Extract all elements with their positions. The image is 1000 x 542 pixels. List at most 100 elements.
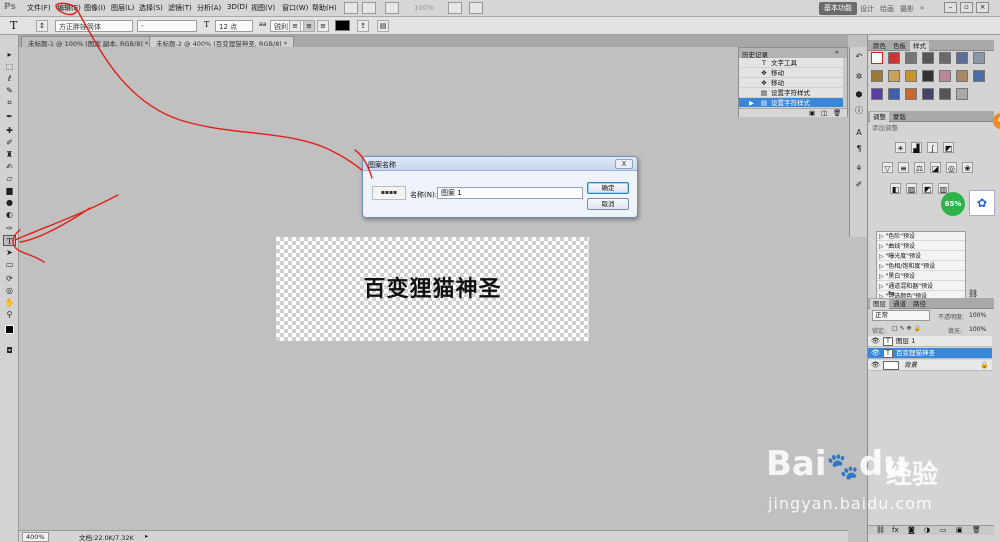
- align-center-icon[interactable]: ≡: [303, 20, 315, 32]
- status-zoom[interactable]: 400%: [22, 532, 49, 542]
- preset-item[interactable]: ▷ "曲线"预设: [877, 242, 965, 251]
- paragraph-panel-icon[interactable]: ¶: [853, 143, 865, 155]
- style-swatch[interactable]: [939, 52, 951, 64]
- menu-help[interactable]: 帮助(H): [312, 3, 337, 13]
- menu-select[interactable]: 选择(S): [139, 3, 163, 13]
- menu-layer[interactable]: 图层(L): [111, 3, 134, 13]
- warp-text-icon[interactable]: ⥉: [357, 20, 369, 32]
- text-color-swatch[interactable]: [335, 20, 350, 31]
- history-scrollbar[interactable]: [843, 58, 847, 108]
- font-style-select[interactable]: -: [137, 20, 197, 32]
- style-swatch[interactable]: [871, 70, 883, 82]
- photo-filter-icon[interactable]: ◎: [946, 162, 957, 173]
- menu-edit[interactable]: 编辑(E): [57, 3, 81, 13]
- character-panel-icon[interactable]: ▤: [377, 20, 389, 32]
- history-panel-icon[interactable]: ↶: [853, 51, 865, 63]
- style-swatch[interactable]: [939, 88, 951, 100]
- shape-tool-icon[interactable]: ▭: [3, 259, 16, 270]
- visibility-eye-icon[interactable]: 👁: [871, 360, 880, 371]
- style-swatch[interactable]: [922, 52, 934, 64]
- levels-icon[interactable]: ▟: [911, 142, 922, 153]
- return-to-list-icon[interactable]: ⇆: [888, 289, 895, 298]
- status-menu-arrow-icon[interactable]: ▸: [145, 532, 148, 540]
- ok-button[interactable]: 确定: [587, 182, 629, 194]
- 3d-panel-icon[interactable]: ⬢: [853, 89, 865, 101]
- close-button[interactable]: ×: [976, 2, 989, 13]
- character-panel-icon[interactable]: A: [853, 127, 865, 139]
- exposure-icon[interactable]: ◩: [943, 142, 954, 153]
- font-size-select[interactable]: 12 点: [215, 20, 253, 32]
- quick-select-tool-icon[interactable]: ✎: [3, 85, 16, 96]
- add-mask-icon[interactable]: ◙: [908, 526, 915, 534]
- style-swatch[interactable]: [922, 70, 934, 82]
- path-select-tool-icon[interactable]: ➤: [3, 247, 16, 258]
- tab-document-1[interactable]: 未标题-1 @ 100% (图案 副本, RGB/8) *: [21, 36, 156, 48]
- hue-saturation-icon[interactable]: ≡: [898, 162, 909, 173]
- marquee-tool-icon[interactable]: ⬚: [3, 61, 16, 72]
- brush-tool-icon[interactable]: ✐: [3, 137, 16, 148]
- preset-item[interactable]: ▷ "色相/饱和度"预设: [877, 262, 965, 271]
- tab-masks[interactable]: 蒙版: [890, 112, 909, 122]
- layer-row-selected[interactable]: 👁 T 百变狸猫神圣: [868, 348, 992, 359]
- new-document-from-state-icon[interactable]: ▣: [809, 109, 815, 117]
- workspace-photography[interactable]: 摄影: [900, 4, 914, 14]
- delete-layer-icon[interactable]: 🗑: [972, 526, 981, 534]
- brightness-contrast-icon[interactable]: ☀: [895, 142, 906, 153]
- history-item[interactable]: ▤ 设置字符样式: [739, 88, 843, 98]
- eraser-tool-icon[interactable]: ▱: [3, 173, 16, 184]
- history-item[interactable]: T 文字工具: [739, 58, 843, 68]
- style-swatch[interactable]: [973, 70, 985, 82]
- pattern-name-input[interactable]: [437, 187, 583, 199]
- history-item-selected[interactable]: ▶ ▤ 设置字符样式: [739, 98, 843, 108]
- zoom-level[interactable]: 100%: [414, 4, 434, 12]
- style-swatch[interactable]: [956, 88, 968, 100]
- invert-icon[interactable]: ◧: [890, 183, 901, 194]
- document-canvas[interactable]: 百变狸猫神圣: [276, 237, 589, 341]
- new-snapshot-icon[interactable]: ◫: [821, 109, 827, 117]
- lock-icons[interactable]: □ ✎ ✥ 🔒: [892, 325, 921, 332]
- style-swatch[interactable]: [905, 52, 917, 64]
- arrange-documents-icon[interactable]: [448, 2, 462, 14]
- info-panel-icon[interactable]: ⓘ: [853, 105, 865, 117]
- style-swatch[interactable]: [888, 88, 900, 100]
- preset-item[interactable]: ▷ "黑白"预设: [877, 272, 965, 281]
- mini-bridge-icon[interactable]: [362, 2, 376, 14]
- cancel-button[interactable]: 取消: [587, 198, 629, 210]
- visibility-eye-icon[interactable]: 👁: [871, 336, 880, 347]
- style-none-swatch[interactable]: [871, 52, 883, 64]
- style-swatch[interactable]: [922, 88, 934, 100]
- delete-state-icon[interactable]: 🗑: [833, 109, 841, 117]
- blur-tool-icon[interactable]: ●: [3, 197, 16, 208]
- opacity-value[interactable]: 100%: [969, 312, 986, 319]
- history-item[interactable]: ✥ 移动: [739, 78, 843, 88]
- 3d-rotate-tool-icon[interactable]: ⟳: [3, 273, 16, 284]
- tab-paths[interactable]: 路径: [910, 299, 929, 309]
- tab-layers[interactable]: 图层: [870, 299, 889, 309]
- quick-mask-icon[interactable]: ◘: [3, 345, 16, 356]
- lasso-tool-icon[interactable]: ℓ: [3, 73, 16, 84]
- clone-stamp-tool-icon[interactable]: ♜: [3, 149, 16, 160]
- tab-document-2[interactable]: 未标题-2 @ 400% (百变狸猫神圣, RGB/8) *: [149, 36, 295, 48]
- posterize-icon[interactable]: ▨: [906, 183, 917, 194]
- threshold-icon[interactable]: ◩: [922, 183, 933, 194]
- font-family-select[interactable]: 方正胖娃简体: [55, 20, 133, 32]
- zoom-tool-icon[interactable]: ⚲: [3, 309, 16, 320]
- style-swatch[interactable]: [939, 70, 951, 82]
- workspace-essentials[interactable]: 基本功能: [819, 2, 857, 15]
- dialog-close-icon[interactable]: X: [615, 159, 633, 169]
- foreground-color-swatch[interactable]: [5, 325, 14, 334]
- screen-mode-icon[interactable]: [469, 2, 483, 14]
- menu-file[interactable]: 文件(F): [27, 3, 51, 13]
- layer-row[interactable]: 👁 背景 🔒: [868, 360, 992, 371]
- style-swatch[interactable]: [905, 70, 917, 82]
- menu-window[interactable]: 窗口(W): [282, 3, 308, 13]
- pen-tool-icon[interactable]: ✑: [3, 223, 16, 234]
- menu-image[interactable]: 图像(I): [84, 3, 106, 13]
- style-swatch[interactable]: [956, 52, 968, 64]
- workspace-painting[interactable]: 绘画: [880, 4, 894, 14]
- brush-panel-icon[interactable]: ✐: [853, 179, 865, 191]
- workspace-more-icon[interactable]: »: [920, 4, 924, 12]
- style-swatch[interactable]: [888, 52, 900, 64]
- blend-mode-select[interactable]: 正常: [872, 310, 930, 321]
- type-tool-icon[interactable]: T: [3, 235, 16, 246]
